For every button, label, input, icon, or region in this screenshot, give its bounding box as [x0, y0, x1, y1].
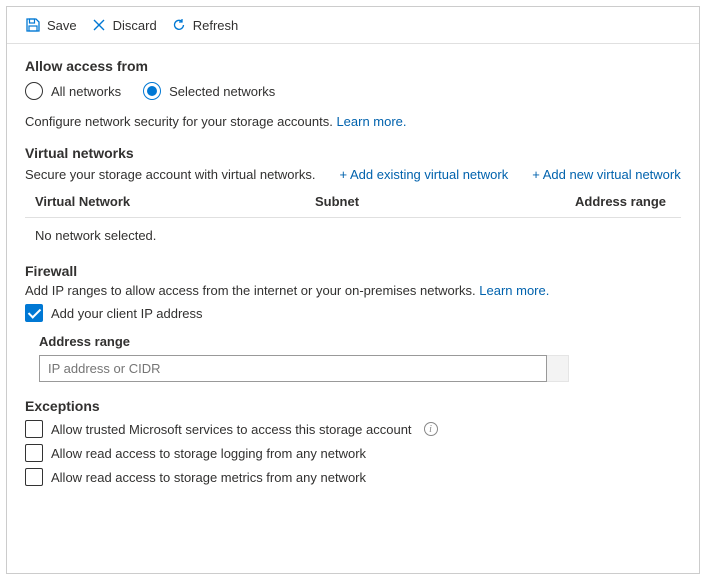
refresh-label: Refresh [193, 18, 239, 33]
save-icon [25, 17, 41, 33]
refresh-button[interactable]: Refresh [171, 17, 239, 33]
col-virtual-network: Virtual Network [35, 194, 315, 209]
plus-icon: + [339, 167, 350, 182]
vnet-table-empty: No network selected. [25, 218, 681, 247]
exception-row: Allow read access to storage metrics fro… [25, 468, 681, 486]
discard-label: Discard [113, 18, 157, 33]
content-area: Allow access from All networks Selected … [7, 44, 699, 502]
radio-icon [25, 82, 43, 100]
firewall-description-text: Add IP ranges to allow access from the i… [25, 283, 476, 298]
config-description-text: Configure network security for your stor… [25, 114, 333, 129]
add-client-ip-checkbox[interactable] [25, 304, 43, 322]
address-range-input[interactable] [39, 355, 547, 382]
exception-checkbox[interactable] [25, 444, 43, 462]
firewall-header: Firewall [25, 247, 681, 279]
address-range-label: Address range [39, 334, 681, 349]
exceptions-header: Exceptions [25, 382, 681, 414]
address-range-end [547, 355, 569, 382]
networking-panel: Save Discard Refresh Allow access from A… [6, 6, 700, 574]
add-client-ip-row: Add your client IP address [25, 304, 681, 322]
add-client-ip-label: Add your client IP address [51, 306, 203, 321]
exception-label: Allow read access to storage logging fro… [51, 446, 366, 461]
exception-label: Allow trusted Microsoft services to acce… [51, 422, 412, 437]
add-new-vnet-link[interactable]: + Add new virtual network [532, 167, 681, 182]
refresh-icon [171, 17, 187, 33]
add-new-label: Add new virtual network [543, 167, 681, 182]
discard-icon [91, 17, 107, 33]
add-existing-label: Add existing virtual network [350, 167, 508, 182]
save-button[interactable]: Save [25, 17, 77, 33]
col-subnet: Subnet [315, 194, 575, 209]
radio-all-networks[interactable]: All networks [25, 82, 121, 100]
command-bar: Save Discard Refresh [7, 7, 699, 44]
config-description: Configure network security for your stor… [25, 114, 681, 129]
exception-row: Allow read access to storage logging fro… [25, 444, 681, 462]
plus-icon: + [532, 167, 543, 182]
exception-checkbox[interactable] [25, 420, 43, 438]
access-header: Allow access from [25, 58, 681, 74]
firewall-description: Add IP ranges to allow access from the i… [25, 283, 681, 298]
exception-label: Allow read access to storage metrics fro… [51, 470, 366, 485]
save-label: Save [47, 18, 77, 33]
access-radio-group: All networks Selected networks [25, 82, 681, 100]
radio-icon [143, 82, 161, 100]
exception-row: Allow trusted Microsoft services to acce… [25, 420, 681, 438]
exceptions-list: Allow trusted Microsoft services to acce… [25, 420, 681, 486]
radio-selected-networks[interactable]: Selected networks [143, 82, 275, 100]
radio-all-label: All networks [51, 84, 121, 99]
vnet-header: Virtual networks [25, 129, 681, 161]
vnet-description: Secure your storage account with virtual… [25, 167, 315, 182]
radio-selected-label: Selected networks [169, 84, 275, 99]
info-icon[interactable]: i [424, 422, 438, 436]
exception-checkbox[interactable] [25, 468, 43, 486]
firewall-learn-more-link[interactable]: Learn more. [479, 283, 549, 298]
vnet-table-header: Virtual Network Subnet Address range [25, 184, 681, 218]
learn-more-link[interactable]: Learn more. [336, 114, 406, 129]
add-existing-vnet-link[interactable]: + Add existing virtual network [339, 167, 508, 182]
vnet-actions-row: Secure your storage account with virtual… [25, 167, 681, 182]
col-address-range: Address range [575, 194, 681, 209]
discard-button[interactable]: Discard [91, 17, 157, 33]
address-range-field [39, 355, 569, 382]
